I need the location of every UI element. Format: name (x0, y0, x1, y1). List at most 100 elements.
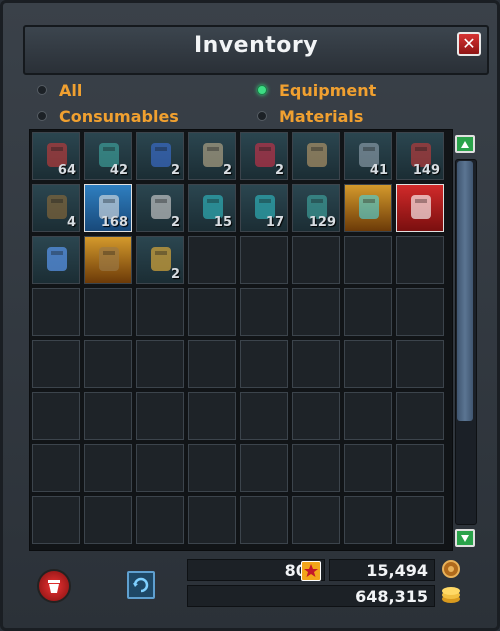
triangle-up-icon (461, 141, 469, 148)
scroll-thumb[interactable] (457, 161, 473, 421)
close-button[interactable]: ✕ (457, 32, 481, 56)
item-count: 2 (170, 163, 180, 178)
empty-slot[interactable] (396, 392, 444, 440)
title-bar: Inventory ✕ (23, 25, 489, 75)
empty-slot[interactable] (396, 340, 444, 388)
scroll-up-button[interactable] (455, 135, 475, 153)
empty-slot[interactable] (188, 392, 236, 440)
empty-slot[interactable] (188, 340, 236, 388)
inventory-slot[interactable]: 4 (32, 184, 80, 232)
empty-slot[interactable] (136, 340, 184, 388)
inventory-slot[interactable]: 129 (292, 184, 340, 232)
empty-slot[interactable] (344, 236, 392, 284)
inventory-slot[interactable]: 168 (84, 184, 132, 232)
inventory-slot[interactable] (84, 236, 132, 284)
empty-slot[interactable] (292, 340, 340, 388)
empty-slot[interactable] (240, 288, 288, 336)
inventory-slot[interactable] (344, 184, 392, 232)
empty-slot[interactable] (240, 496, 288, 544)
item-count: 2 (170, 215, 180, 230)
empty-slot[interactable] (32, 392, 80, 440)
empty-slot[interactable] (32, 496, 80, 544)
empty-slot[interactable] (292, 288, 340, 336)
filter-label: Materials (279, 106, 364, 126)
trash-icon[interactable] (37, 569, 71, 603)
empty-slot[interactable] (136, 392, 184, 440)
empty-slot[interactable] (396, 496, 444, 544)
item-count: 2 (170, 267, 180, 282)
inventory-slot[interactable]: 42 (84, 132, 132, 180)
empty-slot[interactable] (240, 340, 288, 388)
inventory-slot[interactable]: 2 (188, 132, 236, 180)
empty-slot[interactable] (396, 236, 444, 284)
empty-slot[interactable] (240, 444, 288, 492)
inventory-slot[interactable]: 2 (136, 132, 184, 180)
empty-slot[interactable] (188, 236, 236, 284)
filter-label: All (59, 80, 83, 100)
inventory-slot[interactable] (396, 184, 444, 232)
coins-value: 648,315 (355, 587, 428, 606)
empty-slot[interactable] (240, 236, 288, 284)
inventory-window: Inventory ✕ All Equipment Consumables Ma… (0, 0, 500, 631)
refresh-button[interactable] (127, 571, 155, 599)
inventory-slot[interactable]: 2 (136, 236, 184, 284)
inventory-slot[interactable]: 149 (396, 132, 444, 180)
empty-slot[interactable] (344, 496, 392, 544)
item-count: 2 (222, 163, 232, 178)
empty-slot[interactable] (344, 444, 392, 492)
empty-slot[interactable] (344, 288, 392, 336)
window-title: Inventory (193, 33, 319, 58)
filter-all[interactable]: All (37, 79, 82, 101)
filter-materials[interactable]: Materials (257, 105, 363, 127)
empty-slot[interactable] (344, 392, 392, 440)
empty-slot[interactable] (292, 496, 340, 544)
inventory-slot[interactable]: 2 (240, 132, 288, 180)
empty-slot[interactable] (292, 236, 340, 284)
empty-slot[interactable] (292, 392, 340, 440)
item-count: 4 (66, 215, 76, 230)
empty-slot[interactable] (188, 496, 236, 544)
item-count: 2 (274, 163, 284, 178)
empty-slot[interactable] (136, 444, 184, 492)
inventory-slot[interactable] (292, 132, 340, 180)
scroll-down-button[interactable] (455, 529, 475, 547)
refresh-icon (133, 577, 149, 593)
empty-slot[interactable] (240, 392, 288, 440)
gold-coins-icon (439, 583, 463, 607)
tent-icon (91, 241, 127, 277)
empty-slot[interactable] (396, 444, 444, 492)
empty-slot[interactable] (188, 444, 236, 492)
radio-icon (257, 111, 267, 121)
empty-slot[interactable] (84, 392, 132, 440)
radio-selected-icon (257, 85, 267, 95)
inventory-slot[interactable]: 41 (344, 132, 392, 180)
empty-slot[interactable] (84, 444, 132, 492)
scroll-track[interactable] (455, 159, 477, 525)
empty-slot[interactable] (136, 496, 184, 544)
inventory-slot[interactable] (32, 236, 80, 284)
scrollbar[interactable] (455, 135, 477, 547)
empty-slot[interactable] (344, 340, 392, 388)
blue-spikes-icon (39, 241, 75, 277)
filter-group: All Equipment Consumables Materials (27, 79, 487, 127)
empty-slot[interactable] (84, 496, 132, 544)
filter-equipment[interactable]: Equipment (257, 79, 376, 101)
filter-consumables[interactable]: Consumables (37, 105, 179, 127)
medal-counter: 15,494 (329, 559, 435, 581)
empty-slot[interactable] (32, 288, 80, 336)
empty-slot[interactable] (136, 288, 184, 336)
robot-torso-icon (299, 137, 335, 173)
empty-slot[interactable] (32, 340, 80, 388)
inventory-slot[interactable]: 17 (240, 184, 288, 232)
empty-slot[interactable] (84, 288, 132, 336)
inventory-slot[interactable]: 15 (188, 184, 236, 232)
empty-slot[interactable] (396, 288, 444, 336)
empty-slot[interactable] (292, 444, 340, 492)
empty-slot[interactable] (84, 340, 132, 388)
empty-slot[interactable] (32, 444, 80, 492)
inventory-slot[interactable]: 2 (136, 184, 184, 232)
medal-value: 15,494 (366, 561, 428, 580)
item-count: 168 (100, 215, 128, 230)
inventory-slot[interactable]: 64 (32, 132, 80, 180)
empty-slot[interactable] (188, 288, 236, 336)
